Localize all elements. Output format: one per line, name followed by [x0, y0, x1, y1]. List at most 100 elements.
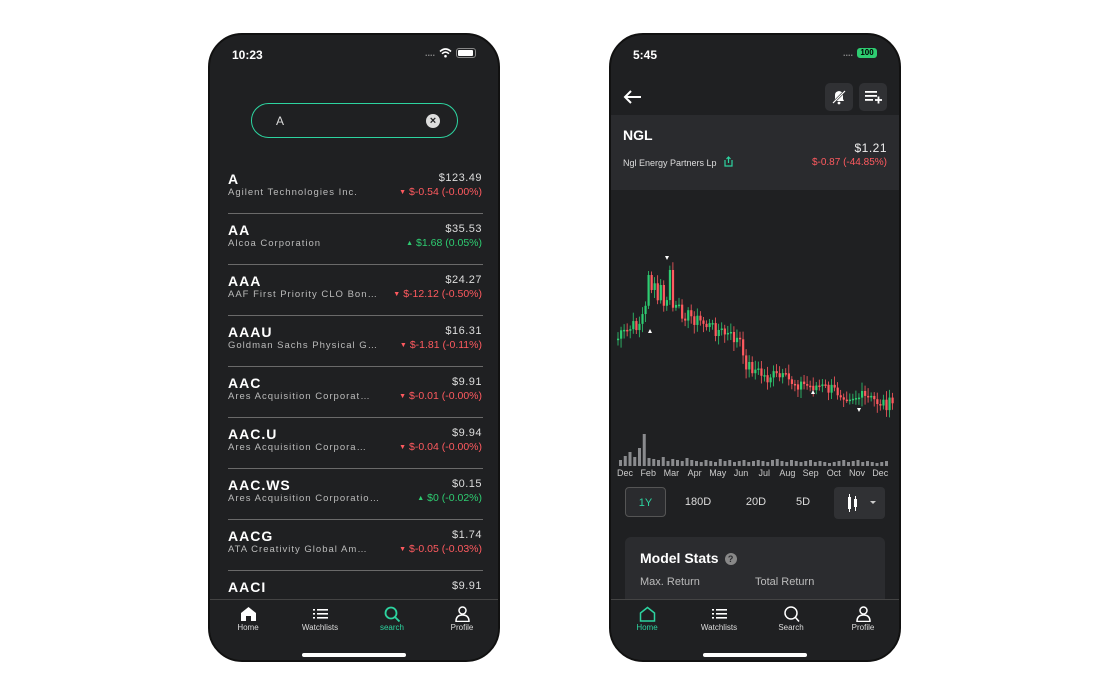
- x-axis-month-label: Mar: [664, 468, 680, 478]
- list-item[interactable]: AA Alcoa Corporation $35.53 ▲ $1.68 (0.05%): [228, 214, 483, 265]
- candle-body: [623, 329, 626, 332]
- list-item[interactable]: AAA AAF First Priority CLO Bon… $24.27 ▼ $-1…: [228, 265, 483, 316]
- result-symbol: A: [228, 171, 240, 187]
- list-item[interactable]: AACI $9.91: [228, 571, 483, 597]
- volume-bar: [885, 461, 888, 466]
- volume-bar: [619, 460, 622, 466]
- result-change-value: $-0.01 (-0.00%): [409, 390, 482, 402]
- tab-watchlists[interactable]: Watchlists: [689, 606, 749, 632]
- search-input[interactable]: A ×: [251, 103, 458, 138]
- candle-body: [650, 275, 653, 290]
- volume-bar: [780, 461, 784, 466]
- volume-bar: [880, 462, 884, 466]
- candlestick-chart[interactable]: Dec Feb Mar Apr May Jun Jul Aug Sep Oct Nov Dec: [611, 190, 899, 480]
- candle-body: [662, 285, 665, 306]
- home-icon: [639, 606, 655, 622]
- candle-body: [778, 373, 781, 378]
- share-icon[interactable]: [723, 156, 734, 167]
- candle-body: [656, 283, 659, 301]
- result-name: Ares Acquisition Corporat…: [228, 391, 371, 402]
- candle-body: [671, 270, 675, 308]
- tab-search[interactable]: Search: [761, 606, 821, 632]
- result-name: Ares Acquisition Corporation…: [228, 493, 383, 504]
- range-button-20d[interactable]: 20D: [729, 487, 783, 517]
- chart-type-dropdown[interactable]: [834, 487, 885, 519]
- result-price: $16.31: [445, 325, 482, 337]
- x-axis-month-label: May: [709, 468, 727, 478]
- range-button-1y[interactable]: 1Y: [625, 487, 666, 517]
- tab-profile-label: Profile: [851, 623, 875, 632]
- range-selector: 1Y 180D 20D 5D: [625, 487, 885, 519]
- candle-body: [842, 397, 845, 400]
- volume-bar: [761, 461, 765, 466]
- tab-profile[interactable]: Profile: [833, 606, 893, 632]
- tab-search[interactable]: search: [362, 606, 422, 632]
- result-change-value: $-0.04 (-0.00%): [409, 441, 482, 453]
- help-icon[interactable]: ?: [724, 553, 737, 565]
- list-item[interactable]: AAC Ares Acquisition Corporat… $9.91 ▼ $-0.0…: [228, 367, 483, 418]
- quote-summary: NGL Ngl Energy Partners Lp $1.21 $-0.87 …: [611, 115, 899, 190]
- volume-bar: [642, 434, 646, 466]
- tab-watchlists[interactable]: Watchlists: [290, 606, 350, 632]
- candle-body: [821, 384, 824, 387]
- result-price: $0.15: [451, 478, 482, 490]
- candle-body: [717, 329, 720, 337]
- candle-body: [751, 361, 754, 374]
- add-to-watchlist-button[interactable]: [859, 83, 887, 111]
- volume-bar: [851, 461, 855, 466]
- tab-home[interactable]: Home: [218, 606, 278, 632]
- down-triangle-icon: ▼: [399, 546, 407, 553]
- model-stats-title: Model Stats: [640, 550, 719, 566]
- candle-body: [693, 316, 696, 325]
- result-price: $24.27: [445, 274, 482, 286]
- status-bar: 5:45 .... 100: [633, 48, 877, 64]
- tab-profile[interactable]: Profile: [432, 606, 492, 632]
- volume-bar: [704, 460, 708, 466]
- volume-bar: [723, 461, 727, 466]
- signal-icon: ....: [424, 48, 435, 58]
- candle-body: [833, 384, 836, 388]
- candle-body: [818, 385, 821, 388]
- candle-body: [824, 384, 827, 386]
- volume-bar: [799, 462, 803, 466]
- candle-body: [705, 323, 708, 328]
- list-item[interactable]: AACG ATA Creativity Global Am… $1.74 ▼ $-0.0…: [228, 520, 483, 571]
- up-triangle-icon: ▲: [417, 495, 425, 502]
- stock-detail-screen: 5:45 .... 100 NGL Ngl Energy Partners Lp…: [609, 33, 901, 662]
- list-icon: [711, 609, 727, 619]
- down-triangle-icon: ▼: [399, 393, 407, 400]
- range-button-5d[interactable]: 5D: [783, 487, 823, 517]
- price-change: $-0.87 (-44.85%): [811, 157, 887, 168]
- list-item[interactable]: AAAU Goldman Sachs Physical G… $16.31 ▼ $-1.…: [228, 316, 483, 367]
- volume-bar: [628, 452, 632, 466]
- list-item[interactable]: AAC.U Ares Acquisition Corpora… $9.94 ▼ $-0.…: [228, 418, 483, 469]
- volume-bar: [666, 461, 670, 466]
- candle-body: [647, 275, 650, 306]
- result-symbol: AAC: [228, 375, 262, 391]
- volume-bar: [747, 462, 751, 466]
- clear-icon[interactable]: ×: [426, 114, 440, 128]
- x-axis-month-label: Feb: [640, 468, 656, 478]
- x-axis-month-label: Apr: [688, 468, 702, 478]
- back-arrow-icon[interactable]: [623, 89, 643, 105]
- x-axis-month-label: Sep: [803, 468, 819, 478]
- sell-marker-icon: [665, 256, 669, 260]
- result-name: AAF First Priority CLO Bon…: [228, 289, 378, 300]
- list-item[interactable]: A Agilent Technologies Inc. $123.49 ▼ $-0.54…: [228, 163, 483, 214]
- candle-body: [830, 384, 833, 393]
- list-item[interactable]: AAC.WS Ares Acquisition Corporation… $0.15…: [228, 469, 483, 520]
- volume-bar: [728, 460, 732, 466]
- volume-bar: [671, 459, 675, 466]
- result-name: Agilent Technologies Inc.: [228, 187, 358, 198]
- volume-bar: [690, 460, 694, 466]
- volume-bar: [676, 460, 679, 466]
- volume-bar: [847, 462, 850, 466]
- result-change: ▼ $-0.04 (-0.00%): [399, 441, 482, 453]
- tab-home[interactable]: Home: [617, 606, 677, 632]
- candle-body: [873, 395, 876, 400]
- range-button-180d[interactable]: 180D: [671, 487, 725, 517]
- result-symbol: AAA: [228, 273, 262, 289]
- volume-bar: [714, 462, 717, 466]
- volume-bar: [823, 462, 827, 466]
- alert-off-button[interactable]: [825, 83, 853, 111]
